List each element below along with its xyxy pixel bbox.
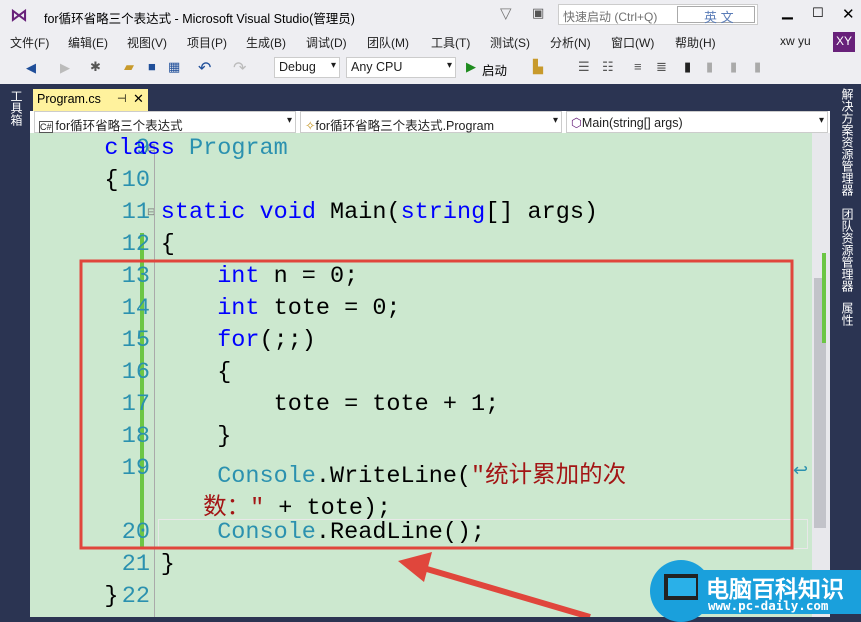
watermark-logo: 电脑百科知识 www.pc-daily.com	[650, 560, 861, 622]
annotation-overlay: ↩	[79, 259, 808, 617]
arrow-shaft	[419, 564, 591, 617]
word-wrap-icon: ↩	[793, 460, 808, 480]
highlight-box	[79, 259, 794, 550]
arrow-head	[398, 552, 432, 582]
watermark-url: www.pc-daily.com	[708, 598, 829, 613]
monitor-icon	[664, 574, 700, 600]
